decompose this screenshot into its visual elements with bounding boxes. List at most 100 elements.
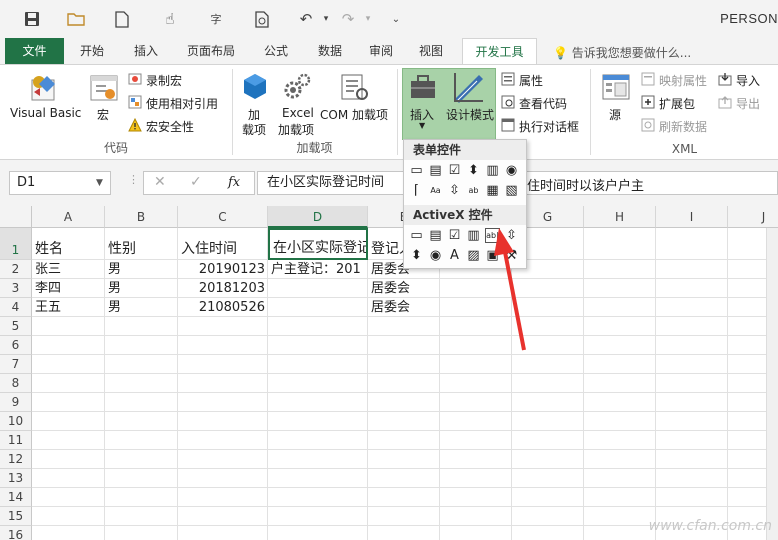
- tab-view[interactable]: 视图: [408, 38, 454, 64]
- cell-g6[interactable]: [512, 336, 584, 355]
- cell-d6[interactable]: [268, 336, 368, 355]
- cell-d10[interactable]: [268, 412, 368, 431]
- cell-h2[interactable]: [584, 260, 656, 279]
- addins-label-2[interactable]: 载项: [242, 121, 266, 138]
- cell-a9[interactable]: [32, 393, 105, 412]
- cell-a8[interactable]: [32, 374, 105, 393]
- row-header[interactable]: 1: [0, 228, 32, 260]
- cell-i7[interactable]: [656, 355, 728, 374]
- cell-h11[interactable]: [584, 431, 656, 450]
- ax-label-icon[interactable]: A: [447, 248, 462, 263]
- open-folder-icon[interactable]: [66, 9, 86, 29]
- cell-d15[interactable]: [268, 507, 368, 526]
- enter-icon[interactable]: ✓: [190, 174, 202, 190]
- cell-d9[interactable]: [268, 393, 368, 412]
- cell-f3[interactable]: [440, 279, 512, 298]
- cell-c3[interactable]: 20181203: [178, 279, 268, 298]
- select-all-corner[interactable]: [0, 206, 32, 228]
- vertical-scrollbar[interactable]: [766, 228, 778, 540]
- cell-i5[interactable]: [656, 317, 728, 336]
- row-header[interactable]: 2: [0, 260, 32, 279]
- cell-a4[interactable]: 王五: [32, 298, 105, 317]
- macro-security-button[interactable]: 宏安全性: [146, 118, 194, 135]
- save-icon[interactable]: [22, 9, 42, 29]
- cell-h15[interactable]: [584, 507, 656, 526]
- cell-e11[interactable]: [368, 431, 440, 450]
- cell-b12[interactable]: [105, 450, 178, 469]
- cell-d5[interactable]: [268, 317, 368, 336]
- macros-button[interactable]: 宏: [97, 106, 109, 123]
- cell-e12[interactable]: [368, 450, 440, 469]
- cell-f6[interactable]: [440, 336, 512, 355]
- cell-h6[interactable]: [584, 336, 656, 355]
- row-header[interactable]: 15: [0, 507, 32, 526]
- tab-file[interactable]: 文件: [5, 38, 64, 64]
- cancel-icon[interactable]: ✕: [154, 174, 166, 190]
- cell-a11[interactable]: [32, 431, 105, 450]
- row-header[interactable]: 10: [0, 412, 32, 431]
- cell-e15[interactable]: [368, 507, 440, 526]
- ax-button-icon[interactable]: ▭: [409, 228, 424, 243]
- cell-i9[interactable]: [656, 393, 728, 412]
- name-box-dropdown-icon[interactable]: ▼: [96, 178, 103, 188]
- cell-g4[interactable]: [512, 298, 584, 317]
- cell-e4[interactable]: 居委会: [368, 298, 440, 317]
- cell-c2[interactable]: 20190123: [178, 260, 268, 279]
- row-header[interactable]: 7: [0, 355, 32, 374]
- cell-b2[interactable]: 男: [105, 260, 178, 279]
- cell-e14[interactable]: [368, 488, 440, 507]
- cell-e3[interactable]: 居委会: [368, 279, 440, 298]
- ax-list-box-icon[interactable]: ▥: [466, 228, 481, 243]
- cell-b7[interactable]: [105, 355, 178, 374]
- cell-b10[interactable]: [105, 412, 178, 431]
- cell-e5[interactable]: [368, 317, 440, 336]
- cell-b8[interactable]: [105, 374, 178, 393]
- list-box-icon[interactable]: ▥: [485, 163, 500, 178]
- view-code-button[interactable]: 查看代码: [519, 95, 567, 112]
- import-button[interactable]: 导入: [736, 72, 760, 89]
- cell-i3[interactable]: [656, 279, 728, 298]
- ax-scroll-bar-icon[interactable]: ⇳: [504, 228, 519, 243]
- cell-i4[interactable]: [656, 298, 728, 317]
- row-header[interactable]: 11: [0, 431, 32, 450]
- cell-b11[interactable]: [105, 431, 178, 450]
- cell-f8[interactable]: [440, 374, 512, 393]
- cell-a12[interactable]: [32, 450, 105, 469]
- row-header[interactable]: 8: [0, 374, 32, 393]
- cell-a2[interactable]: 张三: [32, 260, 105, 279]
- insert-dropdown-icon[interactable]: ▼: [419, 121, 425, 130]
- cell-g5[interactable]: [512, 317, 584, 336]
- column-header-c[interactable]: C: [178, 206, 268, 228]
- cell-b14[interactable]: [105, 488, 178, 507]
- tab-home[interactable]: 开始: [66, 38, 118, 64]
- cell-c4[interactable]: 21080526: [178, 298, 268, 317]
- row-header[interactable]: 9: [0, 393, 32, 412]
- record-macro-button[interactable]: 录制宏: [146, 72, 182, 89]
- cell-c9[interactable]: [178, 393, 268, 412]
- cell-d7[interactable]: [268, 355, 368, 374]
- tab-formulas[interactable]: 公式: [250, 38, 302, 64]
- ax-image-icon[interactable]: ▨: [466, 248, 481, 263]
- cell-h7[interactable]: [584, 355, 656, 374]
- cell-a3[interactable]: 李四: [32, 279, 105, 298]
- cell-b13[interactable]: [105, 469, 178, 488]
- excel-addins-label-1[interactable]: Excel: [282, 106, 314, 120]
- cell-f11[interactable]: [440, 431, 512, 450]
- cell-g11[interactable]: [512, 431, 584, 450]
- ax-combo-box-icon[interactable]: ▤: [428, 228, 443, 243]
- checkbox-icon[interactable]: ☑: [447, 163, 462, 178]
- cell-a10[interactable]: [32, 412, 105, 431]
- row-header[interactable]: 6: [0, 336, 32, 355]
- insert-function-icon[interactable]: fx: [228, 175, 240, 190]
- cell-a14[interactable]: [32, 488, 105, 507]
- cell-g3[interactable]: [512, 279, 584, 298]
- cell-e9[interactable]: [368, 393, 440, 412]
- button-control-icon[interactable]: ▭: [409, 163, 424, 178]
- ax-checkbox-icon[interactable]: ☑: [447, 228, 462, 243]
- row-header[interactable]: 5: [0, 317, 32, 336]
- new-file-icon[interactable]: [112, 9, 132, 29]
- cell-b9[interactable]: [105, 393, 178, 412]
- ax-more-controls-icon[interactable]: ⚒: [504, 248, 519, 263]
- cell-g15[interactable]: [512, 507, 584, 526]
- cell-f12[interactable]: [440, 450, 512, 469]
